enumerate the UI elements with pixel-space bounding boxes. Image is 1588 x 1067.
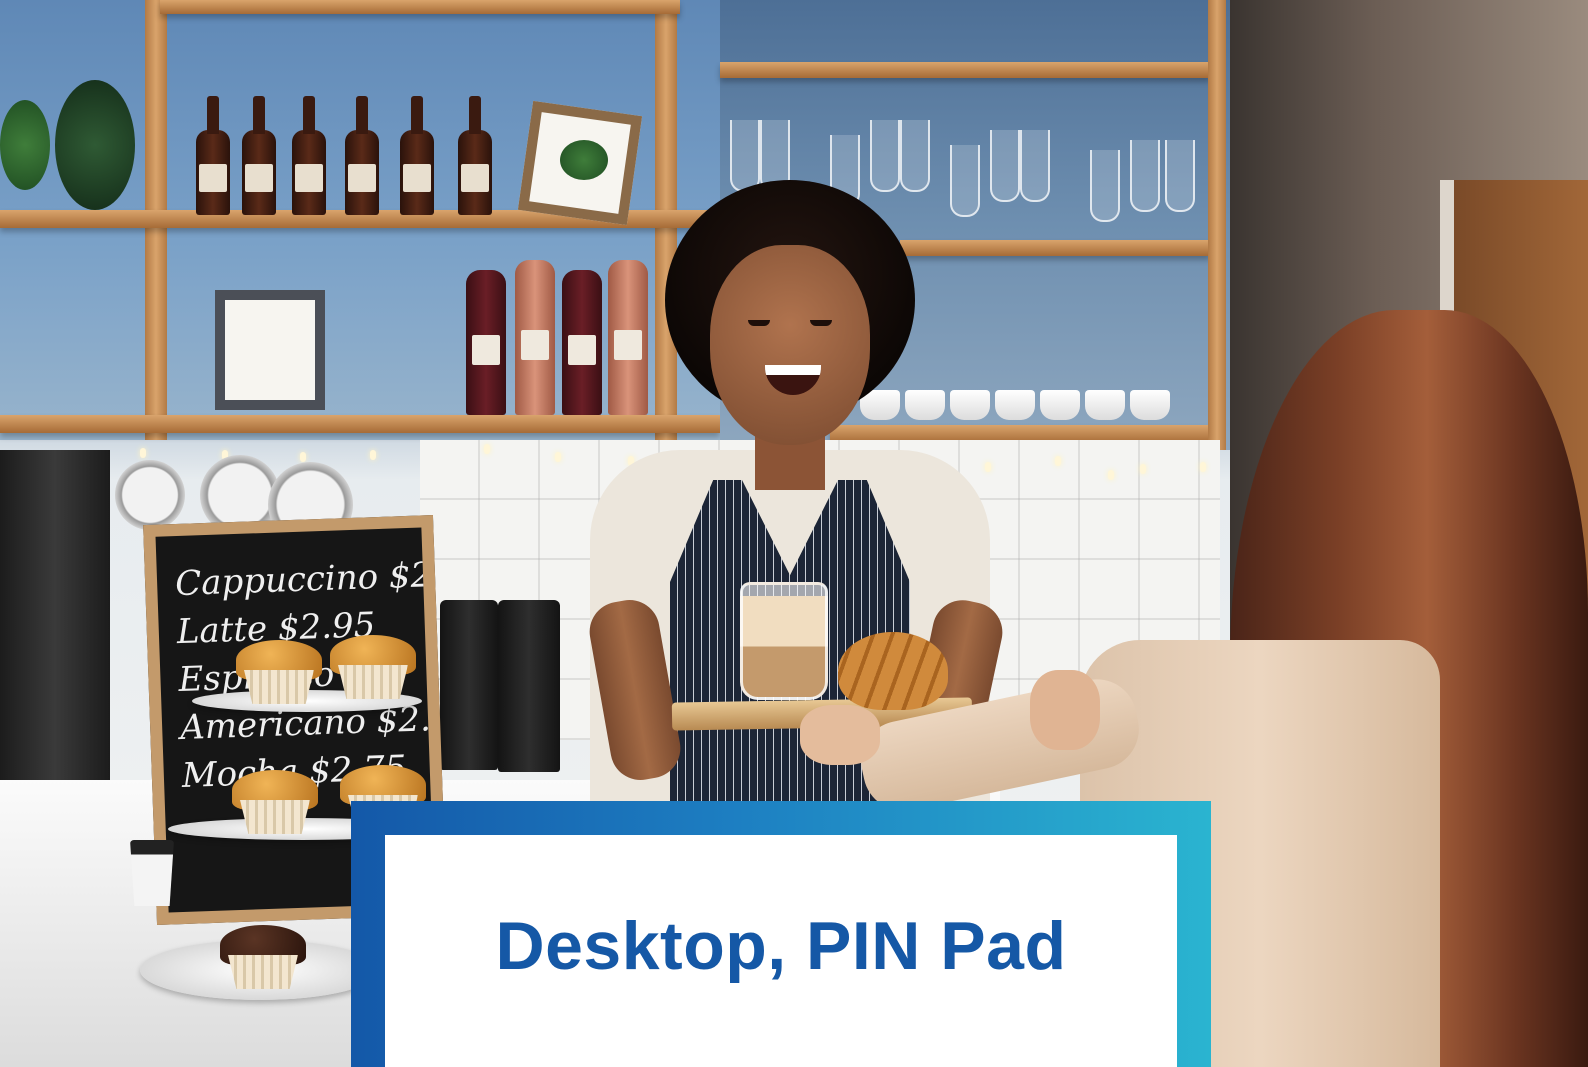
coffee-bag bbox=[440, 600, 498, 770]
menu-line: Cappuccino $2.75 bbox=[174, 553, 447, 605]
espresso-machine bbox=[0, 450, 110, 780]
caption-banner: Desktop, PIN Pad bbox=[351, 801, 1211, 1067]
takeaway-cup bbox=[130, 840, 174, 906]
croissant bbox=[838, 632, 948, 710]
coffee-bag bbox=[498, 600, 560, 772]
caption-card: Desktop, PIN Pad bbox=[385, 835, 1177, 1067]
cafe-photo: Cappuccino $2.75 Latte $2.95 Espresso Am… bbox=[0, 0, 1588, 1067]
customer-hand bbox=[800, 705, 880, 765]
latte-glass bbox=[740, 582, 828, 700]
caption-title: Desktop, PIN Pad bbox=[495, 908, 1067, 984]
pressure-gauge bbox=[115, 460, 185, 530]
customer-hand bbox=[1030, 670, 1100, 750]
